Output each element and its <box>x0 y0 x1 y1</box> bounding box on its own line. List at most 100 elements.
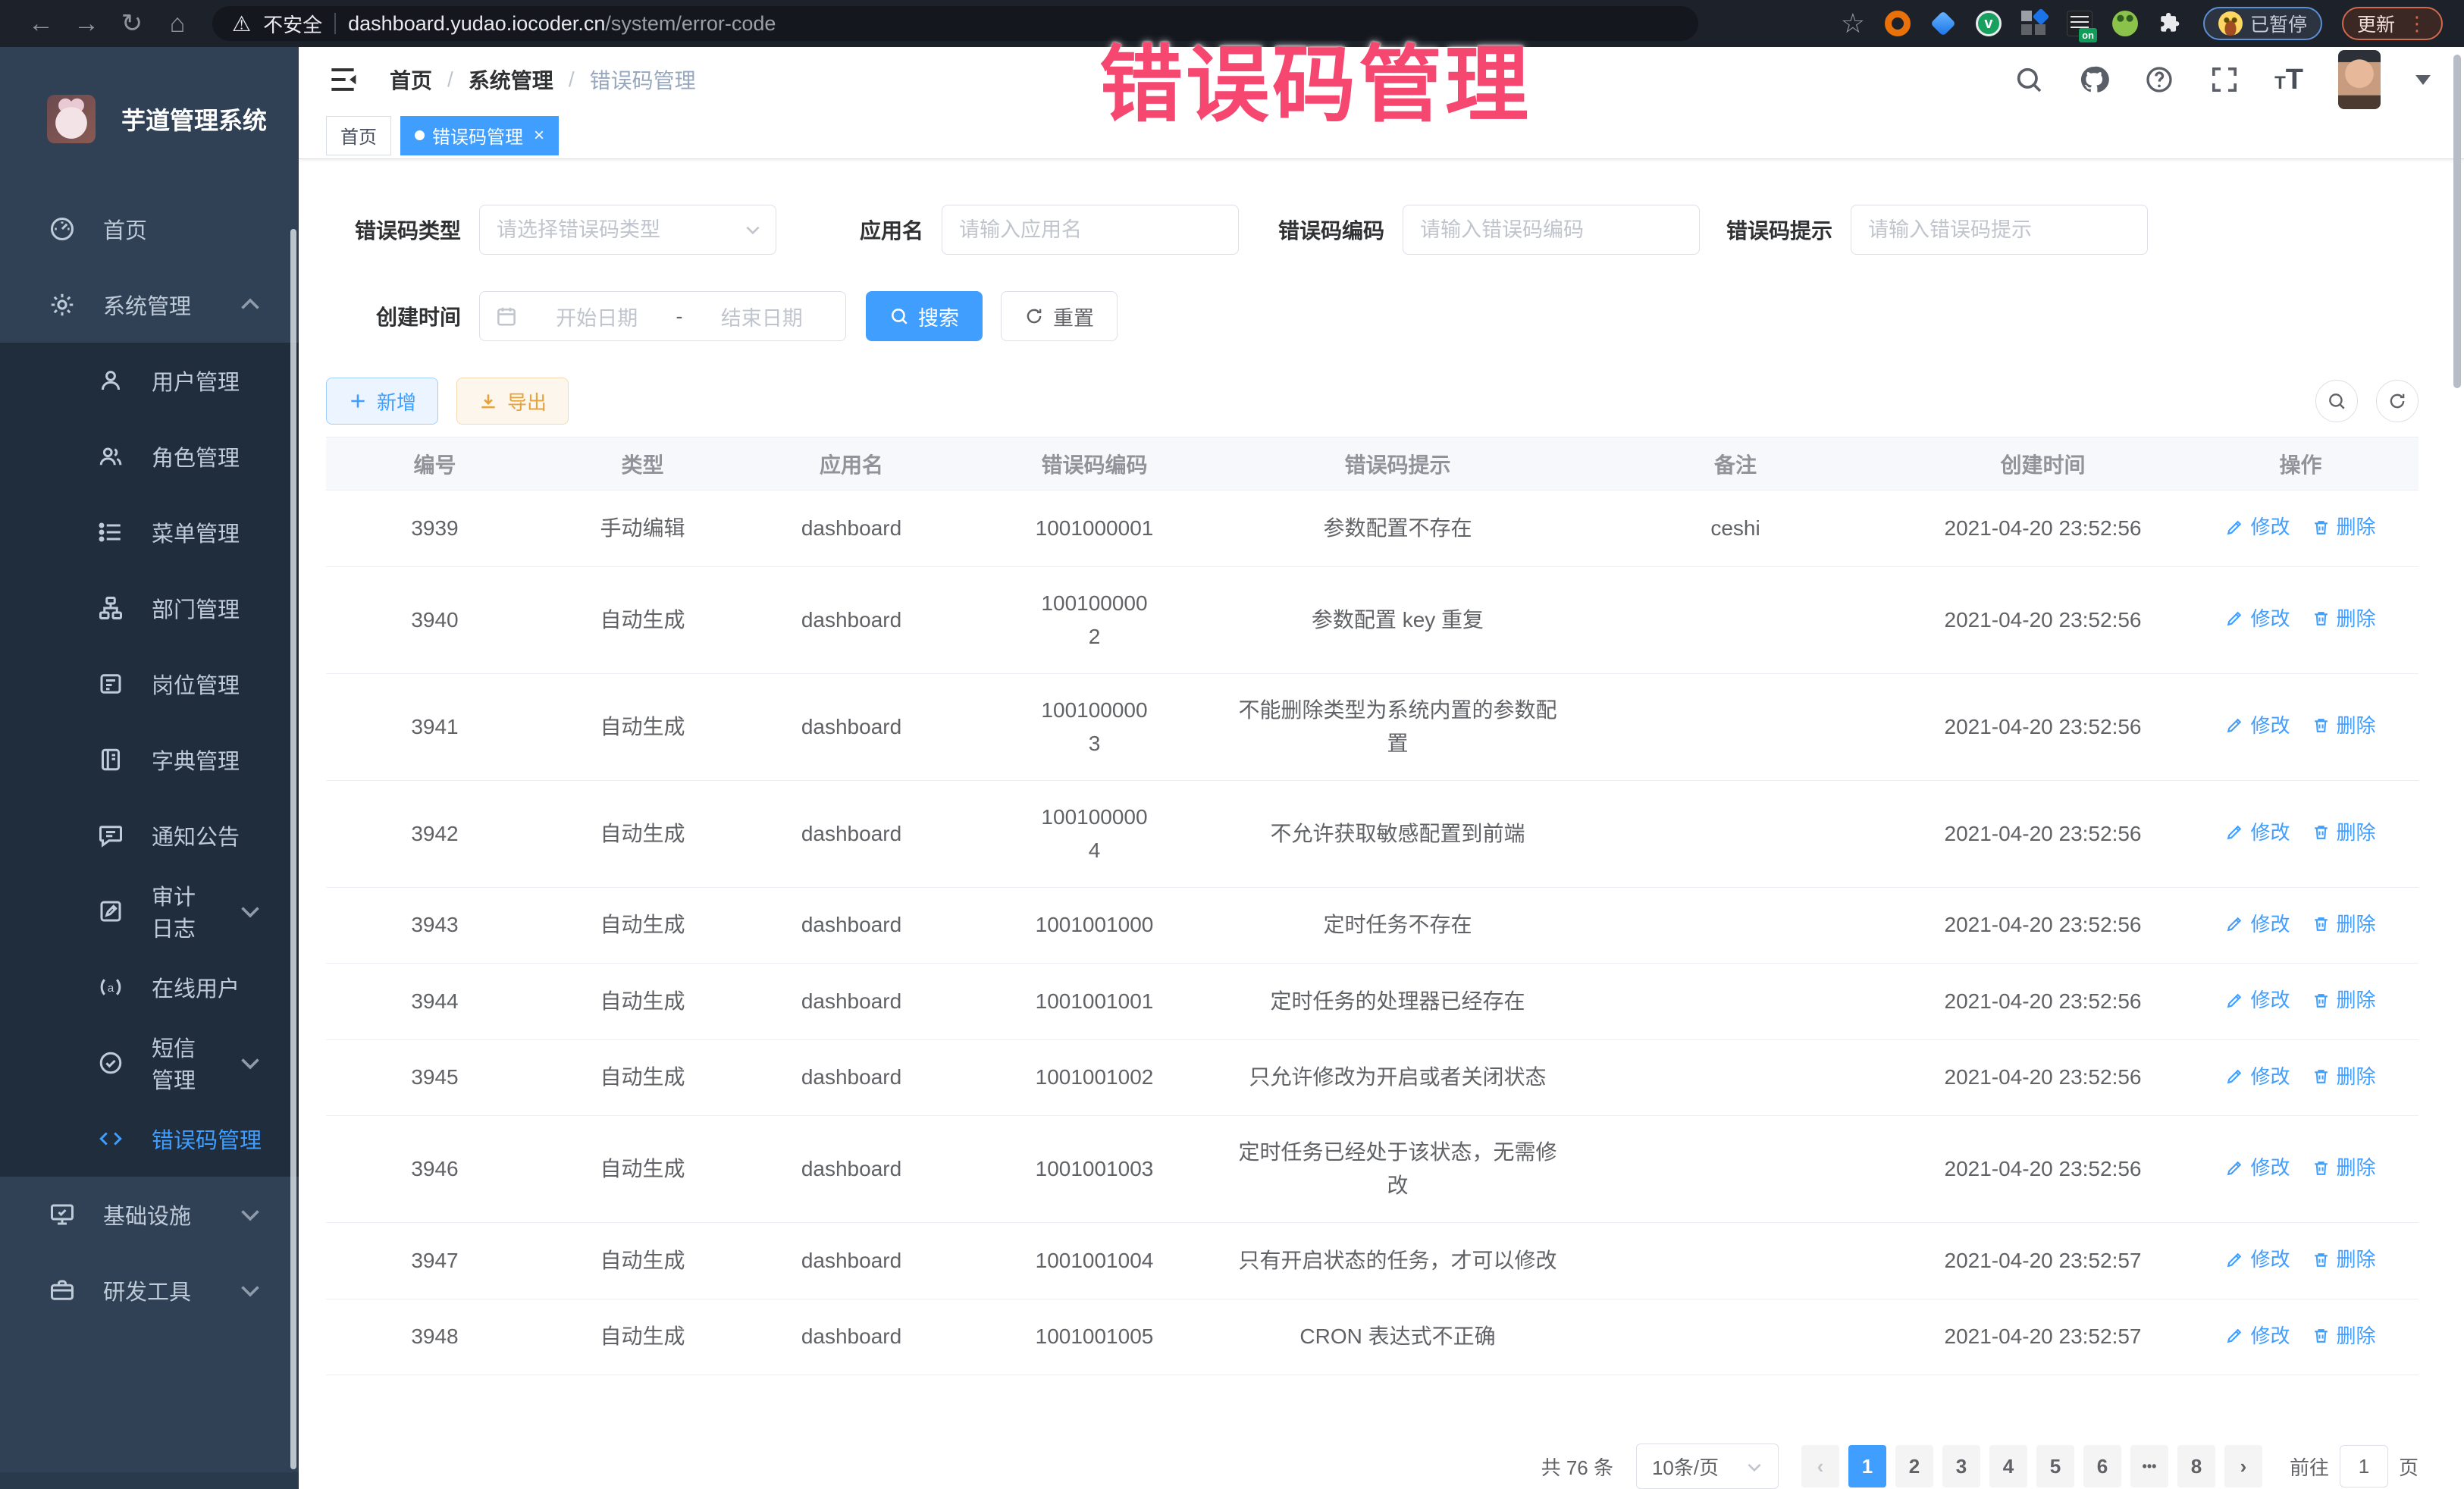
date-range-picker[interactable]: 开始日期 - 结束日期 <box>479 291 846 341</box>
tab-error-code[interactable]: 错误码管理 × <box>400 116 559 155</box>
page-more-button[interactable]: ••• <box>2130 1445 2168 1487</box>
edit-pen-icon <box>2225 609 2244 628</box>
sidebar-item-sms[interactable]: 短信管理 <box>0 1025 299 1101</box>
sidebar-item-menus[interactable]: 菜单管理 <box>0 494 299 570</box>
edit-link[interactable]: 修改 <box>2225 1060 2290 1093</box>
delete-link[interactable]: 删除 <box>2312 1319 2376 1353</box>
tab-home[interactable]: 首页 <box>326 116 391 155</box>
extension-metro-icon[interactable] <box>2021 11 2047 36</box>
extension-donut-icon[interactable] <box>1885 11 1911 36</box>
sidebar-item-audit-log[interactable]: 审计日志 <box>0 873 299 949</box>
edit-link[interactable]: 修改 <box>2225 510 2290 544</box>
toggle-search-button[interactable] <box>2315 380 2358 422</box>
bookmark-star-icon[interactable]: ☆ <box>1841 8 1865 39</box>
error-type-select-input[interactable] <box>479 205 776 255</box>
delete-link[interactable]: 删除 <box>2312 816 2376 849</box>
sidebar-item-users[interactable]: 用户管理 <box>0 343 299 418</box>
sidebar-item-error-code[interactable]: 错误码管理 <box>0 1101 299 1177</box>
edit-link[interactable]: 修改 <box>2225 709 2290 742</box>
delete-link[interactable]: 删除 <box>2312 983 2376 1017</box>
edit-link[interactable]: 修改 <box>2225 908 2290 941</box>
page-button-5[interactable]: 5 <box>2036 1445 2074 1487</box>
update-button[interactable]: 更新 ⋮ <box>2342 7 2443 40</box>
delete-link[interactable]: 删除 <box>2312 1243 2376 1276</box>
home-icon[interactable]: ⌂ <box>158 9 197 39</box>
search-icon[interactable] <box>2014 64 2044 95</box>
reset-button[interactable]: 重置 <box>1001 291 1118 341</box>
goto-page-input[interactable] <box>2340 1445 2388 1487</box>
caret-down-icon[interactable] <box>2415 75 2431 85</box>
font-size-icon[interactable]: TT <box>2274 64 2303 96</box>
export-button[interactable]: 导出 <box>456 378 569 425</box>
breadcrumb-system[interactable]: 系统管理 <box>469 64 553 95</box>
extension-gem-icon[interactable] <box>1930 11 1956 36</box>
prev-page-button[interactable]: ‹ <box>1801 1445 1839 1487</box>
page-button-3[interactable]: 3 <box>1942 1445 1980 1487</box>
avatar[interactable] <box>2338 50 2381 109</box>
delete-link[interactable]: 删除 <box>2312 1151 2376 1184</box>
sidebar-item-label: 审计日志 <box>152 879 209 943</box>
extension-list-icon[interactable]: on <box>2067 11 2093 36</box>
edit-link[interactable]: 修改 <box>2225 602 2290 635</box>
reload-icon[interactable]: ↻ <box>112 8 152 39</box>
window-scrollbar[interactable] <box>2453 55 2461 388</box>
badge-icon <box>97 670 124 697</box>
sidebar-item-online-users[interactable]: a 在线用户 <box>0 949 299 1025</box>
delete-link[interactable]: 删除 <box>2312 1060 2376 1093</box>
github-icon[interactable] <box>2079 64 2109 95</box>
forward-icon[interactable]: → <box>67 9 106 39</box>
help-icon[interactable] <box>2144 64 2174 95</box>
sidebar-item-system[interactable]: 系统管理 <box>0 267 299 343</box>
extensions-puzzle-icon[interactable] <box>2158 11 2183 36</box>
profile-paused-pill[interactable]: 已暂停 <box>2203 7 2322 40</box>
page-button-4[interactable]: 4 <box>1989 1445 2027 1487</box>
sidebar-item-posts[interactable]: 岗位管理 <box>0 646 299 722</box>
sidebar-item-roles[interactable]: 角色管理 <box>0 418 299 494</box>
error-code-input[interactable] <box>1403 205 1700 255</box>
page-button-6[interactable]: 6 <box>2083 1445 2121 1487</box>
calendar-icon <box>495 305 518 328</box>
table-toolbar: 新增 导出 <box>326 378 2419 425</box>
delete-link[interactable]: 删除 <box>2312 510 2376 544</box>
page-button-1[interactable]: 1 <box>1848 1445 1886 1487</box>
sidebar-item-departments[interactable]: 部门管理 <box>0 570 299 646</box>
error-hint-label: 错误码提示 <box>1726 215 1832 245</box>
app-name-input[interactable] <box>942 205 1239 255</box>
refresh-table-button[interactable] <box>2376 380 2419 422</box>
hamburger-icon[interactable] <box>326 63 359 96</box>
table-row: 3944自动生成dashboard 1001001001 定时任务的处理器已经存… <box>326 964 2419 1040</box>
page-size-select[interactable]: 10条/页 <box>1636 1444 1779 1489</box>
col-time: 创建时间 <box>1903 437 2183 491</box>
browser-menu-icon[interactable]: ⋮ <box>2407 12 2428 36</box>
edit-link[interactable]: 修改 <box>2225 1319 2290 1353</box>
close-tab-icon[interactable]: × <box>534 125 544 146</box>
sidebar-item-label: 首页 <box>103 213 147 245</box>
sidebar-item-home[interactable]: 首页 <box>0 191 299 267</box>
extension-v-icon[interactable]: v <box>1976 11 2002 36</box>
sidebar-item-dict[interactable]: 字典管理 <box>0 722 299 798</box>
next-page-button[interactable]: › <box>2224 1445 2262 1487</box>
search-button[interactable]: 搜索 <box>866 291 983 341</box>
error-type-select[interactable] <box>479 205 776 255</box>
fullscreen-icon[interactable] <box>2209 64 2240 95</box>
sidebar-item-infrastructure[interactable]: 基础设施 <box>0 1177 299 1252</box>
sidebar-item-label: 角色管理 <box>152 440 240 472</box>
breadcrumb-home[interactable]: 首页 <box>390 64 432 95</box>
page-button-8[interactable]: 8 <box>2177 1445 2215 1487</box>
chevron-up-icon <box>237 291 264 318</box>
delete-link[interactable]: 删除 <box>2312 709 2376 742</box>
error-hint-input[interactable] <box>1851 205 2148 255</box>
back-icon[interactable]: ← <box>21 9 61 39</box>
add-button[interactable]: 新增 <box>326 378 438 425</box>
sidebar-item-notice[interactable]: 通知公告 <box>0 798 299 873</box>
extension-frog-icon[interactable] <box>2112 11 2138 36</box>
delete-link[interactable]: 删除 <box>2312 908 2376 941</box>
app-logo <box>47 95 96 143</box>
delete-link[interactable]: 删除 <box>2312 602 2376 635</box>
page-button-2[interactable]: 2 <box>1895 1445 1933 1487</box>
edit-link[interactable]: 修改 <box>2225 1151 2290 1184</box>
sidebar-item-dev-tools[interactable]: 研发工具 <box>0 1252 299 1328</box>
edit-link[interactable]: 修改 <box>2225 983 2290 1017</box>
edit-link[interactable]: 修改 <box>2225 1243 2290 1276</box>
edit-link[interactable]: 修改 <box>2225 816 2290 849</box>
